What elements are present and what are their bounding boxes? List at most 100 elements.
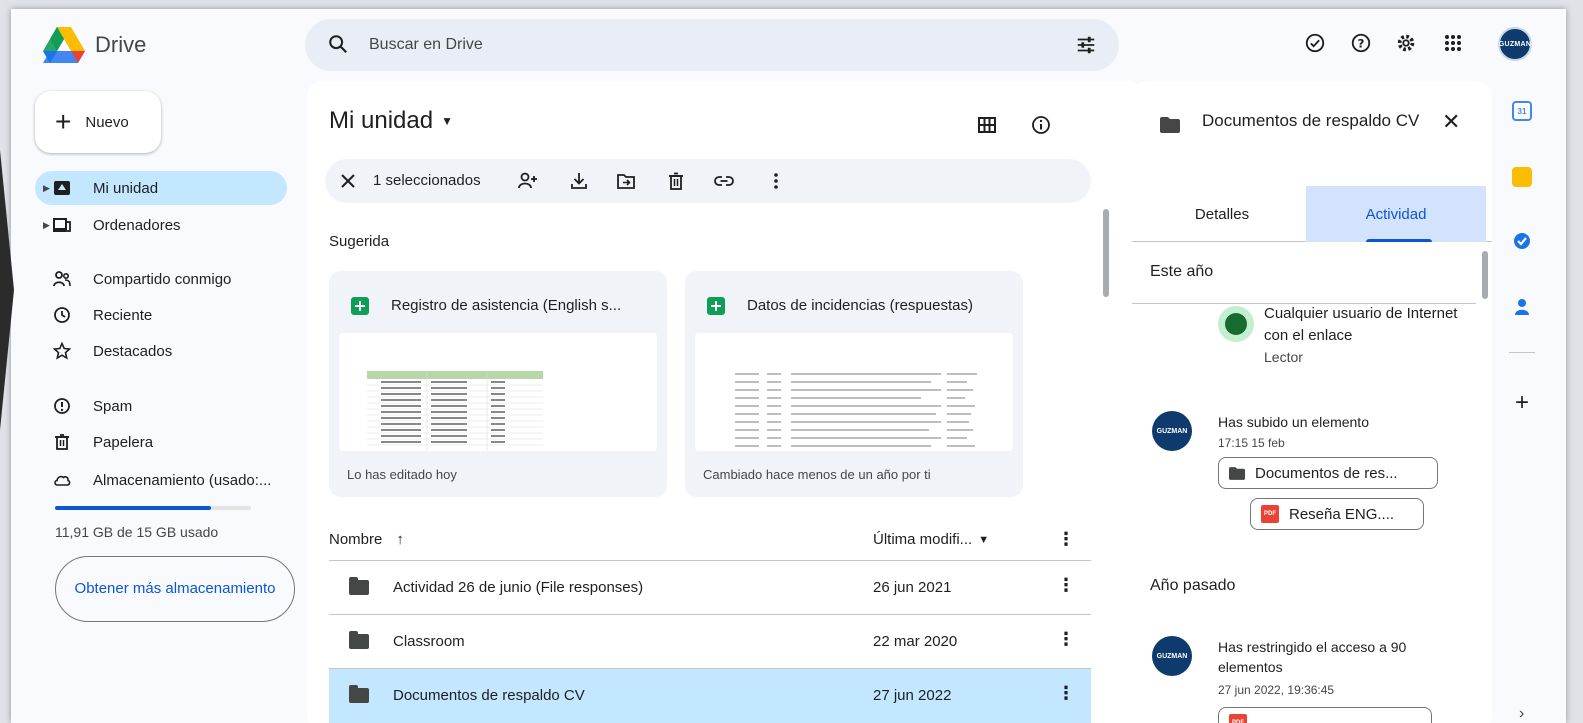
file-more-actions-icon[interactable]: ⋮ <box>1057 575 1075 596</box>
sidebar-item-label: Papelera <box>93 433 154 451</box>
apps-grid-icon[interactable] <box>1439 29 1467 57</box>
share-add-person-icon[interactable] <box>517 170 539 192</box>
add-app-plus-icon[interactable]: + <box>1512 391 1532 415</box>
suggested-card[interactable]: Registro de asistencia (English s... Lo … <box>329 271 667 497</box>
suggested-section-label: Sugerida <box>329 233 390 250</box>
pdf-icon: PDF <box>1261 505 1279 523</box>
file-row-selected[interactable]: Documentos de respaldo CV 27 jun 2022 ⋮ <box>329 669 1091 723</box>
file-more-actions-icon[interactable]: ⋮ <box>1057 629 1075 650</box>
sidebar-item-label: Destacados <box>93 342 173 360</box>
page-title-text: Mi unidad <box>329 107 434 134</box>
offline-status-icon[interactable] <box>1301 29 1329 57</box>
download-icon[interactable] <box>568 170 590 192</box>
avatar-label: GUZMAN <box>1498 40 1532 48</box>
expand-caret-icon[interactable]: ▶ <box>43 183 50 194</box>
search-input[interactable] <box>369 31 1049 59</box>
file-modified-date: 26 jun 2021 <box>873 579 952 596</box>
sidebar-item-recent[interactable]: Reciente <box>35 298 287 332</box>
activity-time: 17:15 15 feb <box>1218 436 1285 450</box>
details-tabs: Detalles Actividad <box>1132 186 1492 242</box>
permission-text: Cualquier usuario de Internet con el enl… <box>1264 305 1458 344</box>
clock-icon <box>54 307 70 323</box>
details-panel: Documentos de respaldo CV ✕ Detalles Act… <box>1132 81 1492 723</box>
info-icon[interactable] <box>1029 113 1053 137</box>
sidebar-item-label: Compartido conmigo <box>93 270 232 288</box>
this-year-heading: Este año <box>1150 263 1214 280</box>
sidebar-item-spam[interactable]: Spam <box>35 389 287 423</box>
search-icon[interactable] <box>327 33 349 55</box>
sidebar-item-label: Reciente <box>93 306 153 324</box>
drive-logo[interactable]: Drive <box>43 27 146 63</box>
activity-pdf-chip[interactable]: PDF Reseña ENG.... <box>1250 498 1424 530</box>
file-list-header: Nombre ↑ Última modifi... ▼ ⋮ <box>329 517 1091 561</box>
file-more-actions-icon[interactable]: ⋮ <box>1057 683 1075 704</box>
activity-avatar: GUZMAN <box>1152 411 1192 451</box>
sort-by-name-button[interactable]: Nombre ↑ <box>329 531 404 548</box>
folder-icon <box>349 631 369 650</box>
activity-folder-chip[interactable]: Documentos de res... <box>1218 457 1438 489</box>
modified-column-label: Última modifi... <box>873 531 973 548</box>
drive-icon <box>54 181 70 195</box>
tab-details[interactable]: Detalles <box>1132 186 1312 242</box>
suggested-card[interactable]: Datos de incidencias (respuestas) Cambia… <box>685 271 1023 497</box>
folder-icon <box>1229 466 1245 480</box>
avatar-label: GUZMAN <box>1156 427 1188 435</box>
get-more-storage-button[interactable]: Obtener más almacenamiento <box>55 556 295 622</box>
file-name: Actividad 26 de junio (File responses) <box>393 579 644 596</box>
side-apps-divider <box>1509 352 1535 353</box>
expand-side-panel-chevron-icon[interactable]: › <box>1519 705 1524 723</box>
sidebar-item-starred[interactable]: Destacados <box>35 334 287 368</box>
app-name: Drive <box>95 32 147 57</box>
file-modified-date: 22 mar 2020 <box>873 633 958 650</box>
settings-gear-icon[interactable] <box>1392 29 1420 57</box>
folder-icon <box>349 577 369 596</box>
star-icon <box>53 342 71 360</box>
chip-label: Documentos de res... <box>1255 464 1398 482</box>
file-row[interactable]: Classroom 22 mar 2020 ⋮ <box>329 615 1091 669</box>
more-actions-icon[interactable] <box>765 170 787 192</box>
tab-activity[interactable]: Actividad <box>1306 186 1486 242</box>
copy-link-icon[interactable] <box>713 170 735 192</box>
sidebar-item-trash[interactable]: Papelera <box>35 425 287 459</box>
details-scrollbar[interactable] <box>1482 251 1488 299</box>
file-row[interactable]: Actividad 26 de junio (File responses) 2… <box>329 561 1091 615</box>
grid-view-icon[interactable] <box>975 113 999 137</box>
move-to-folder-icon[interactable] <box>615 170 637 192</box>
column-options-more-icon[interactable]: ⋮ <box>1057 529 1075 550</box>
card-subtitle: Cambiado hace menos de un año por ti <box>703 467 931 482</box>
new-button[interactable]: + Nuevo <box>35 91 161 153</box>
sidebar-item-storage[interactable]: Almacenamiento (usado:... <box>35 463 287 497</box>
computer-icon <box>53 218 71 232</box>
pdf-icon: PDF <box>1229 714 1247 723</box>
file-modified-date: 27 jun 2022 <box>873 687 952 704</box>
trash-icon <box>55 434 69 450</box>
folder-icon <box>1160 117 1180 133</box>
search-filter-icon[interactable] <box>1075 34 1097 56</box>
sort-by-modified-button[interactable]: Última modifi... ▼ <box>873 531 989 548</box>
delete-trash-icon[interactable] <box>665 170 687 192</box>
main-scrollbar[interactable] <box>1103 209 1109 297</box>
card-thumbnail <box>695 333 1013 451</box>
tasks-app-icon[interactable] <box>1512 231 1532 251</box>
help-icon[interactable]: ? <box>1347 29 1375 57</box>
close-details-icon[interactable]: ✕ <box>1442 109 1460 135</box>
name-column-label: Nombre <box>329 531 383 548</box>
file-name: Classroom <box>393 633 465 650</box>
sidebar-item-shared[interactable]: Compartido conmigo <box>35 262 287 296</box>
page-title[interactable]: Mi unidad ▼ <box>329 107 453 135</box>
account-avatar[interactable]: GUZMAN <box>1498 27 1532 61</box>
sidebar-item-computers[interactable]: ▶ Ordenadores <box>35 208 287 242</box>
activity-time: 27 jun 2022, 19:36:45 <box>1218 683 1335 697</box>
keep-app-icon[interactable] <box>1512 167 1532 187</box>
folder-icon <box>349 685 369 704</box>
contacts-app-icon[interactable] <box>1512 297 1532 317</box>
clear-selection-close-icon[interactable] <box>337 170 359 192</box>
calendar-app-icon[interactable]: 31 <box>1512 101 1532 121</box>
activity-file-chip-partial[interactable]: PDF <box>1218 707 1432 723</box>
search-bar[interactable] <box>305 19 1119 71</box>
expand-caret-icon[interactable]: ▶ <box>43 220 50 231</box>
card-subtitle: Lo has editado hoy <box>347 467 457 482</box>
sidebar-item-my-drive[interactable]: ▶ Mi unidad <box>35 171 287 205</box>
activity-text: Has restringido el acceso a 90 elementos <box>1218 639 1407 675</box>
details-title: Documentos de respaldo CV <box>1202 111 1420 130</box>
